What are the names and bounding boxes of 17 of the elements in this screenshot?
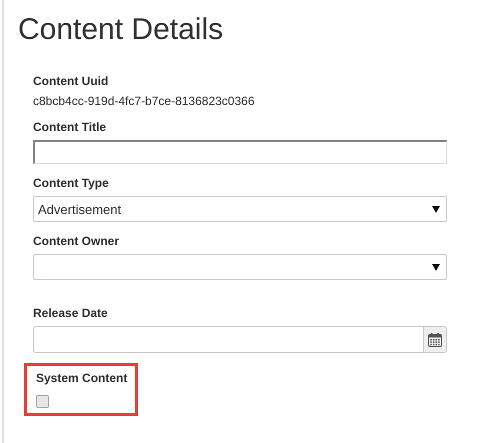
field-label: Release Date [33,306,109,320]
dropdown[interactable]: Advertisement [33,196,447,222]
caret-icon [432,206,440,212]
page-title: Content Details [18,12,224,48]
field-label: Content Uuid [33,74,110,88]
field-label: System Content [36,371,128,385]
field-label: Content Title [33,120,108,134]
field-value: c8bcb4cc-919d-4fc7-b7ce-8136823c0366 [33,94,256,108]
calendar-button[interactable] [423,326,447,353]
input-field[interactable] [33,140,447,164]
caret-icon [432,264,440,270]
checkbox[interactable] [36,395,49,408]
dropdown[interactable] [33,254,447,280]
field-label: Content Type [33,176,110,190]
field-label: Content Owner [33,234,120,248]
calendar-icon [428,332,442,346]
date-field[interactable] [33,326,423,353]
